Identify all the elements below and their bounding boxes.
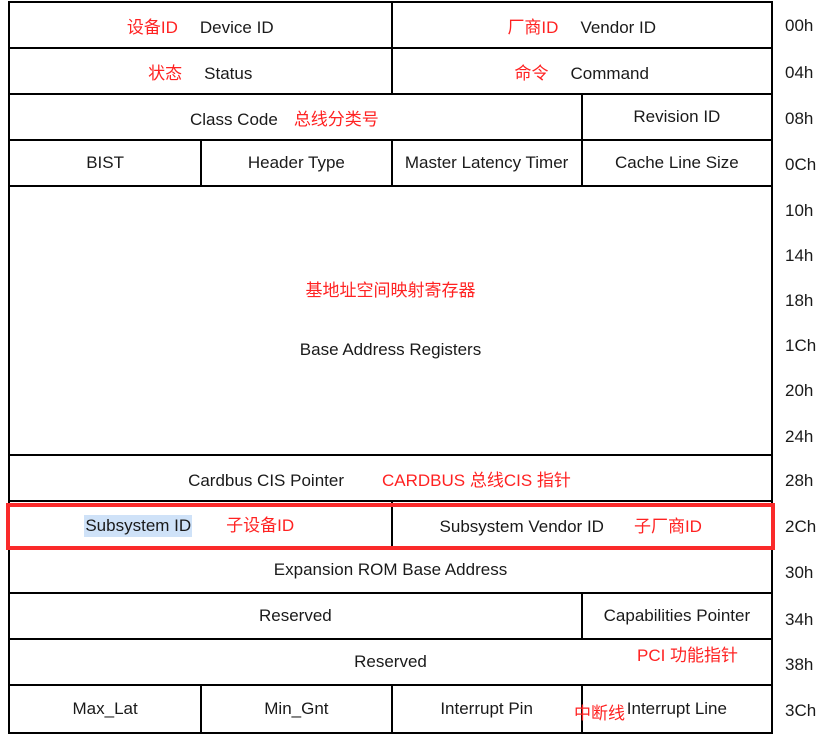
device-id-label-zh: 设备ID bbox=[126, 17, 178, 37]
capabilities-label-en: Capabilities Pointer bbox=[603, 606, 751, 625]
cell-capabilities-pointer: Capabilities Pointer bbox=[580, 594, 771, 638]
cell-header-type: Header Type bbox=[200, 141, 390, 185]
max-lat-label-en: Max_Lat bbox=[72, 699, 138, 718]
offset-address-column: 00h 04h 08h 0Ch 10h 14h 18h 1Ch 20h 24h … bbox=[785, 0, 837, 736]
table-row-3ch: Max_Lat Min_Gnt Interrupt Pin Interrupt … bbox=[10, 686, 771, 732]
offset-0ch: 0Ch bbox=[785, 155, 817, 174]
offset-3ch: 3Ch bbox=[785, 701, 817, 720]
offset-28h: 28h bbox=[785, 471, 814, 490]
min-gnt-label-en: Min_Gnt bbox=[264, 699, 329, 718]
table-row-00h: 设备ID Device ID 厂商ID Vendor ID bbox=[10, 3, 771, 49]
cell-status: 状态 Status bbox=[10, 49, 391, 93]
cell-vendor-id: 厂商ID Vendor ID bbox=[390, 3, 772, 47]
subsystem-id-label-zh: 子设备ID bbox=[226, 516, 295, 535]
cell-device-id: 设备ID Device ID bbox=[10, 3, 391, 47]
vendor-id-label-zh: 厂商ID bbox=[507, 17, 559, 37]
offset-24h: 24h bbox=[785, 427, 814, 446]
offset-34h: 34h bbox=[785, 610, 814, 629]
offset-2ch: 2Ch bbox=[785, 517, 817, 536]
cardbus-label-en: Cardbus CIS Pointer bbox=[188, 470, 344, 490]
cell-subsystem-id: Subsystem ID 子设备ID bbox=[10, 502, 391, 546]
subsystem-vendor-label-en: Subsystem Vendor ID bbox=[439, 516, 604, 536]
table-row-0ch: BIST Header Type Master Latency Timer Ca… bbox=[10, 141, 771, 187]
device-id-label-en: Device ID bbox=[199, 17, 274, 37]
table-row-base-address-registers: 基地址空间映射寄存器 Base Address Registers bbox=[10, 187, 771, 456]
bar-text-group: 基地址空间映射寄存器 Base Address Registers bbox=[300, 281, 481, 360]
offset-04h: 04h bbox=[785, 63, 814, 82]
table-row-28h: Cardbus CIS Pointer CARDBUS 总线CIS 指针 bbox=[10, 456, 771, 502]
cache-line-label-en: Cache Line Size bbox=[614, 153, 739, 172]
cell-revision-id: Revision ID bbox=[580, 95, 771, 139]
interrupt-line-label-zh: 中断线 bbox=[574, 704, 625, 723]
subsystem-id-label-en[interactable]: Subsystem ID bbox=[84, 515, 193, 537]
table-row-2ch: Subsystem ID 子设备ID Subsystem Vendor ID 子… bbox=[10, 502, 771, 548]
cell-subsystem-vendor-id: Subsystem Vendor ID 子厂商ID bbox=[390, 502, 772, 546]
command-label-zh: 命令 bbox=[514, 63, 549, 83]
offset-1ch: 1Ch bbox=[785, 336, 817, 355]
offset-00h: 00h bbox=[785, 16, 814, 35]
interrupt-line-label-en: Interrupt Line bbox=[626, 699, 727, 718]
revision-id-label-en: Revision ID bbox=[633, 107, 721, 126]
cell-interrupt-pin: Interrupt Pin bbox=[390, 686, 581, 732]
table-row-04h: 状态 Status 命令 Command bbox=[10, 49, 771, 95]
cell-reserved-34h: Reserved bbox=[10, 594, 581, 638]
interrupt-pin-label-en: Interrupt Pin bbox=[440, 699, 533, 718]
reserved-38-label-en: Reserved bbox=[354, 652, 427, 671]
master-latency-label-en: Master Latency Timer bbox=[404, 153, 569, 172]
expansion-rom-label-en: Expansion ROM Base Address bbox=[273, 560, 508, 579]
offset-14h: 14h bbox=[785, 246, 814, 265]
cell-cache-line-size: Cache Line Size bbox=[580, 141, 771, 185]
command-label-en: Command bbox=[570, 63, 649, 83]
class-code-label-zh: 总线分类号 bbox=[293, 109, 379, 129]
header-type-label-en: Header Type bbox=[247, 153, 345, 172]
cell-cardbus-cis-pointer: Cardbus CIS Pointer CARDBUS 总线CIS 指针 bbox=[10, 456, 771, 500]
reserved-34-label-en: Reserved bbox=[258, 606, 332, 625]
offset-38h: 38h bbox=[785, 655, 814, 674]
offset-18h: 18h bbox=[785, 291, 814, 310]
bist-label-en: BIST bbox=[86, 153, 125, 172]
offset-30h: 30h bbox=[785, 563, 814, 582]
table-row-30h: Expansion ROM Base Address bbox=[10, 548, 771, 594]
cell-class-code: Class Code 总线分类号 bbox=[10, 95, 581, 139]
table-row-08h: Class Code 总线分类号 Revision ID bbox=[10, 95, 771, 141]
status-label-zh: 状态 bbox=[148, 63, 183, 83]
cell-expansion-rom-base-address: Expansion ROM Base Address bbox=[10, 548, 771, 592]
register-table: 设备ID Device ID 厂商ID Vendor ID 状态 Status bbox=[8, 1, 773, 734]
subsystem-vendor-label-zh: 子厂商ID bbox=[633, 516, 702, 536]
cardbus-label-zh: CARDBUS 总线CIS 指针 bbox=[381, 470, 571, 490]
bar-label-en: Base Address Registers bbox=[299, 339, 482, 359]
cell-command: 命令 Command bbox=[390, 49, 772, 93]
bar-label-zh: 基地址空间映射寄存器 bbox=[305, 281, 476, 301]
cell-max-lat: Max_Lat bbox=[10, 686, 200, 732]
cell-bist: BIST bbox=[10, 141, 200, 185]
vendor-id-label-en: Vendor ID bbox=[580, 17, 657, 37]
class-code-label-en: Class Code bbox=[189, 109, 278, 129]
pci-capability-pointer-label-zh: PCI 功能指针 bbox=[637, 646, 739, 665]
pci-config-space-diagram: 设备ID Device ID 厂商ID Vendor ID 状态 Status bbox=[0, 0, 837, 736]
offset-20h: 20h bbox=[785, 381, 814, 400]
cell-min-gnt: Min_Gnt bbox=[200, 686, 390, 732]
cell-master-latency-timer: Master Latency Timer bbox=[390, 141, 581, 185]
status-label-en: Status bbox=[204, 63, 253, 83]
table-row-34h: Reserved Capabilities Pointer bbox=[10, 594, 771, 640]
offset-10h: 10h bbox=[785, 201, 814, 220]
offset-08h: 08h bbox=[785, 109, 814, 128]
